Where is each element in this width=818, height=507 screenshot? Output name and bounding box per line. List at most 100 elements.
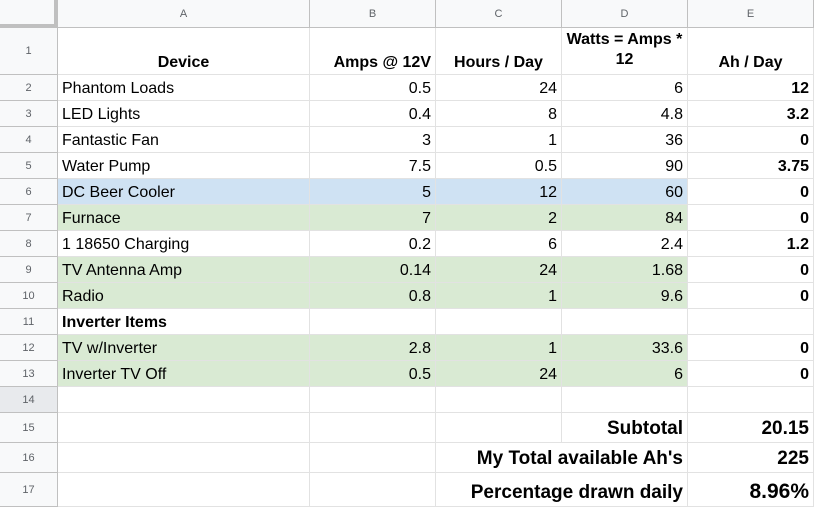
- percentage-value[interactable]: 8.96%: [688, 473, 814, 507]
- amps-cell[interactable]: 2.8: [310, 335, 436, 361]
- row-header-2[interactable]: 2: [0, 75, 58, 101]
- row-header-15[interactable]: 15: [0, 413, 58, 443]
- header-watts[interactable]: Watts = Amps * 12: [562, 28, 688, 75]
- row-header-12[interactable]: 12: [0, 335, 58, 361]
- column-header-a[interactable]: A: [58, 0, 310, 28]
- empty-cell[interactable]: [562, 309, 688, 335]
- empty-cell[interactable]: [436, 309, 562, 335]
- hours-cell[interactable]: 8: [436, 101, 562, 127]
- watts-cell[interactable]: 9.6: [562, 283, 688, 309]
- hours-cell[interactable]: 12: [436, 179, 562, 205]
- watts-cell[interactable]: 6: [562, 75, 688, 101]
- row-header-8[interactable]: 8: [0, 231, 58, 257]
- hours-cell[interactable]: 1: [436, 127, 562, 153]
- empty-cell[interactable]: [310, 413, 436, 443]
- empty-cell[interactable]: [58, 387, 310, 413]
- ah-per-day-cell[interactable]: 3.2: [688, 101, 814, 127]
- row-header-17[interactable]: 17: [0, 473, 58, 507]
- amps-cell[interactable]: 3: [310, 127, 436, 153]
- hours-cell[interactable]: 2: [436, 205, 562, 231]
- header-ah-per-day[interactable]: Ah / Day: [688, 28, 814, 75]
- amps-cell[interactable]: 0.5: [310, 75, 436, 101]
- subtotal-label[interactable]: Subtotal: [562, 413, 688, 443]
- row-header-7[interactable]: 7: [0, 205, 58, 231]
- column-header-b[interactable]: B: [310, 0, 436, 28]
- amps-cell[interactable]: 0.2: [310, 231, 436, 257]
- ah-per-day-cell[interactable]: 0: [688, 361, 814, 387]
- watts-cell[interactable]: 33.6: [562, 335, 688, 361]
- empty-cell[interactable]: [688, 309, 814, 335]
- amps-cell[interactable]: 0.8: [310, 283, 436, 309]
- subtotal-value[interactable]: 20.15: [688, 413, 814, 443]
- watts-cell[interactable]: 90: [562, 153, 688, 179]
- device-cell[interactable]: TV w/Inverter: [58, 335, 310, 361]
- device-cell[interactable]: Furnace: [58, 205, 310, 231]
- hours-cell[interactable]: 1: [436, 283, 562, 309]
- available-ah-label[interactable]: My Total available Ah's: [436, 443, 688, 473]
- spreadsheet-grid[interactable]: A B C D E 1 2 3 4 5 6 7 8 9 10 11 12 13 14 15 16 17 Device Amps…: [0, 0, 818, 507]
- hours-cell[interactable]: 1: [436, 335, 562, 361]
- amps-cell[interactable]: 7: [310, 205, 436, 231]
- row-header-6[interactable]: 6: [0, 179, 58, 205]
- empty-cell[interactable]: [436, 387, 562, 413]
- amps-cell[interactable]: 0.4: [310, 101, 436, 127]
- device-cell[interactable]: Water Pump: [58, 153, 310, 179]
- ah-per-day-cell[interactable]: 0: [688, 127, 814, 153]
- row-header-14[interactable]: 14: [0, 387, 58, 413]
- watts-cell[interactable]: 4.8: [562, 101, 688, 127]
- row-header-1[interactable]: 1: [0, 28, 58, 75]
- watts-cell[interactable]: 84: [562, 205, 688, 231]
- device-cell[interactable]: Radio: [58, 283, 310, 309]
- empty-cell[interactable]: [58, 413, 310, 443]
- hours-cell[interactable]: 0.5: [436, 153, 562, 179]
- ah-per-day-cell[interactable]: 3.75: [688, 153, 814, 179]
- column-header-d[interactable]: D: [562, 0, 688, 28]
- watts-cell[interactable]: 60: [562, 179, 688, 205]
- hours-cell[interactable]: 24: [436, 75, 562, 101]
- device-cell[interactable]: Phantom Loads: [58, 75, 310, 101]
- header-amps[interactable]: Amps @ 12V: [310, 28, 436, 75]
- ah-per-day-cell[interactable]: 0: [688, 283, 814, 309]
- hours-cell[interactable]: 24: [436, 257, 562, 283]
- amps-cell[interactable]: 0.5: [310, 361, 436, 387]
- percentage-label[interactable]: Percentage drawn daily: [436, 473, 688, 507]
- empty-cell[interactable]: [562, 387, 688, 413]
- column-header-c[interactable]: C: [436, 0, 562, 28]
- row-header-10[interactable]: 10: [0, 283, 58, 309]
- ah-per-day-cell[interactable]: 0: [688, 179, 814, 205]
- ah-per-day-cell[interactable]: 12: [688, 75, 814, 101]
- empty-cell[interactable]: [688, 387, 814, 413]
- empty-cell[interactable]: [436, 413, 562, 443]
- hours-cell[interactable]: 24: [436, 361, 562, 387]
- empty-cell[interactable]: [310, 473, 436, 507]
- ah-per-day-cell[interactable]: 0: [688, 335, 814, 361]
- watts-cell[interactable]: 2.4: [562, 231, 688, 257]
- device-cell[interactable]: DC Beer Cooler: [58, 179, 310, 205]
- row-header-11[interactable]: 11: [0, 309, 58, 335]
- select-all-corner[interactable]: [0, 0, 58, 28]
- ah-per-day-cell[interactable]: 0: [688, 205, 814, 231]
- watts-cell[interactable]: 6: [562, 361, 688, 387]
- column-header-e[interactable]: E: [688, 0, 814, 28]
- amps-cell[interactable]: 5: [310, 179, 436, 205]
- device-cell[interactable]: TV Antenna Amp: [58, 257, 310, 283]
- available-ah-value[interactable]: 225: [688, 443, 814, 473]
- ah-per-day-cell[interactable]: 0: [688, 257, 814, 283]
- empty-cell[interactable]: [310, 309, 436, 335]
- watts-cell[interactable]: 1.68: [562, 257, 688, 283]
- hours-cell[interactable]: 6: [436, 231, 562, 257]
- inverter-items-label[interactable]: Inverter Items: [58, 309, 310, 335]
- device-cell[interactable]: LED Lights: [58, 101, 310, 127]
- watts-cell[interactable]: 36: [562, 127, 688, 153]
- empty-cell[interactable]: [58, 473, 310, 507]
- row-header-3[interactable]: 3: [0, 101, 58, 127]
- empty-cell[interactable]: [58, 443, 310, 473]
- row-header-16[interactable]: 16: [0, 443, 58, 473]
- amps-cell[interactable]: 7.5: [310, 153, 436, 179]
- device-cell[interactable]: Inverter TV Off: [58, 361, 310, 387]
- row-header-9[interactable]: 9: [0, 257, 58, 283]
- row-header-4[interactable]: 4: [0, 127, 58, 153]
- empty-cell[interactable]: [310, 443, 436, 473]
- device-cell[interactable]: Fantastic Fan: [58, 127, 310, 153]
- ah-per-day-cell[interactable]: 1.2: [688, 231, 814, 257]
